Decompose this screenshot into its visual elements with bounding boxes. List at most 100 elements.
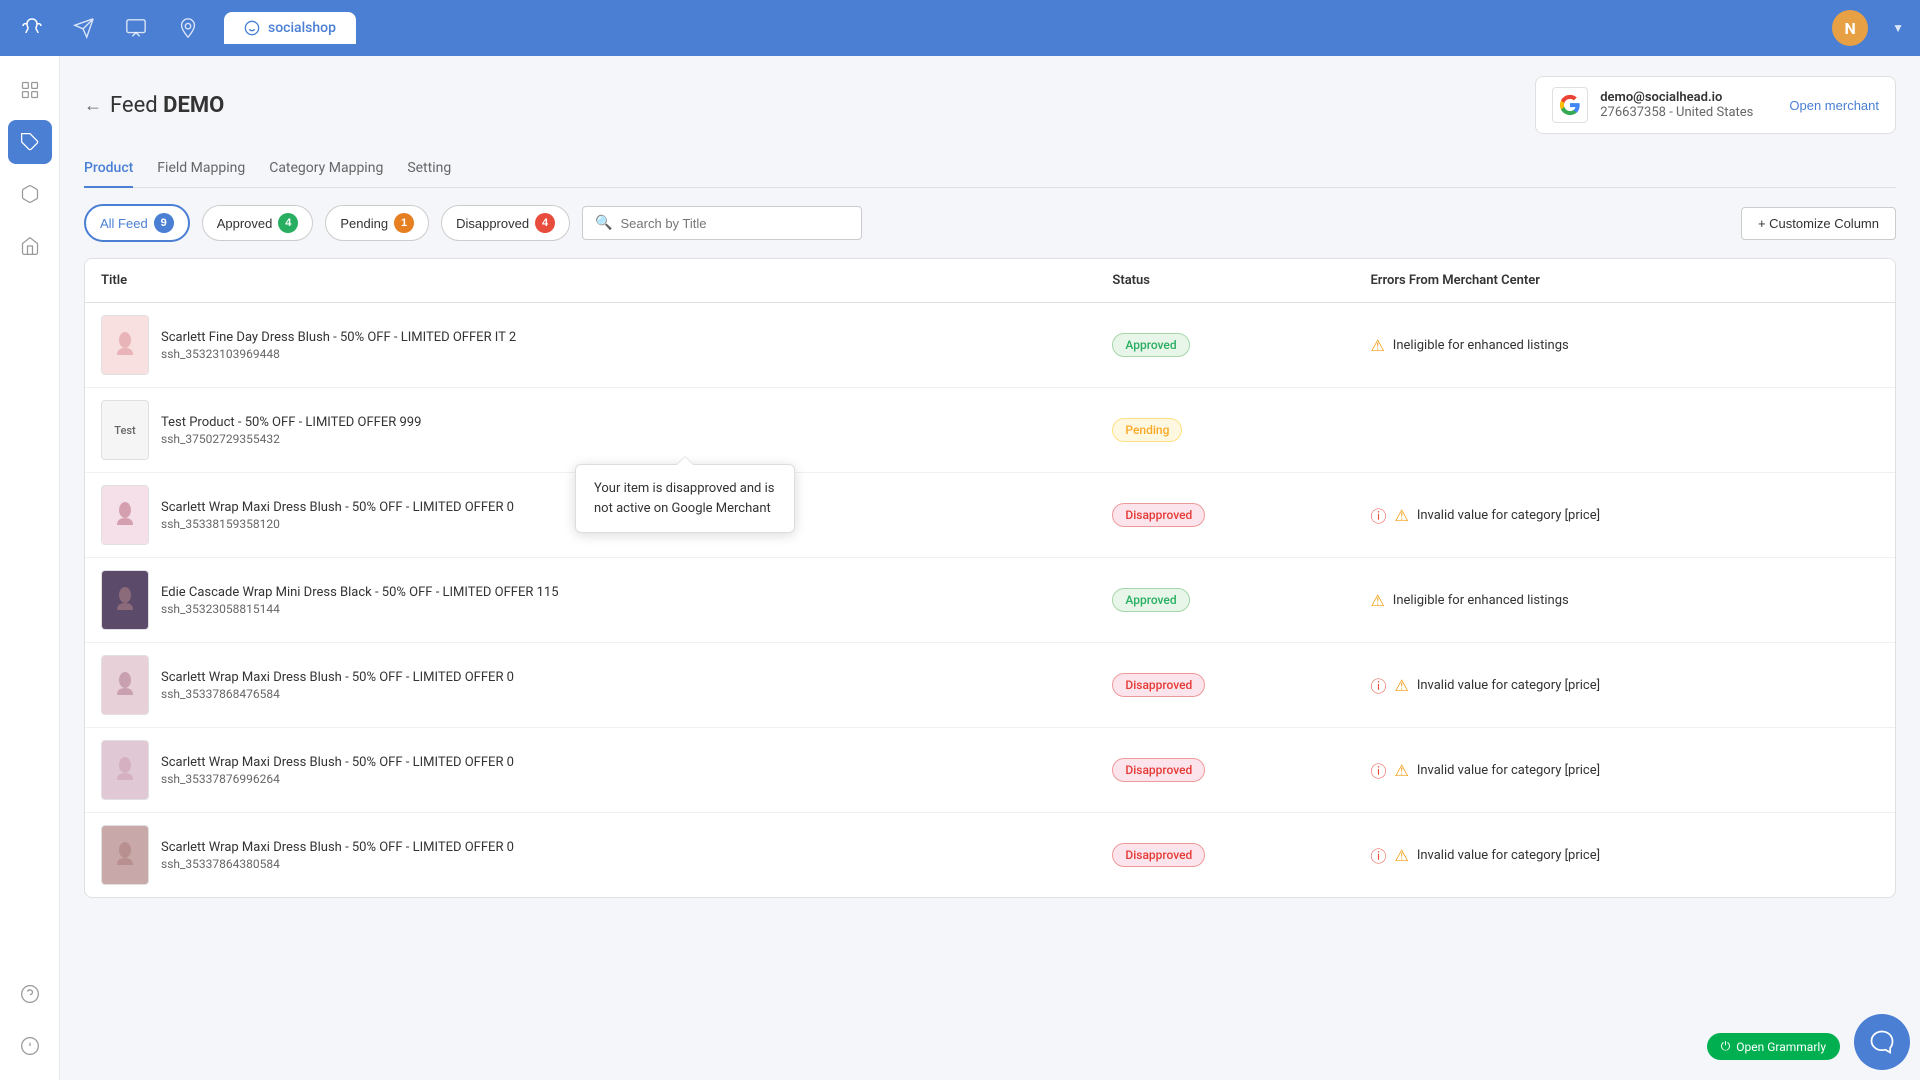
product-thumbnail	[101, 655, 149, 715]
error-icon: ⓘ	[1370, 758, 1386, 782]
tooltip-text: Your item is disapproved and is not acti…	[594, 481, 774, 516]
product-tabs: Product Field Mapping Category Mapping S…	[84, 150, 1896, 188]
tab-setting[interactable]: Setting	[407, 150, 451, 188]
pending-label: Pending	[340, 216, 388, 231]
status-badge: Disapproved	[1112, 673, 1205, 697]
tab-category-mapping[interactable]: Category Mapping	[269, 150, 383, 188]
sidebar-item-box[interactable]	[8, 172, 52, 216]
tooltip-arrow-icon	[677, 457, 693, 465]
tab-field-mapping[interactable]: Field Mapping	[157, 150, 245, 188]
socialshop-tab[interactable]: socialshop	[224, 12, 356, 44]
grammarly-label: Open Grammarly	[1736, 1040, 1826, 1054]
avatar-chevron-icon: ▼	[1892, 21, 1904, 35]
product-errors-cell: ⚠ Ineligible for enhanced listings	[1354, 558, 1895, 643]
search-icon: 🔍	[595, 215, 612, 231]
table-row: Scarlett Wrap Maxi Dress Blush - 50% OFF…	[85, 813, 1895, 898]
table-row: Scarlett Wrap Maxi Dress Blush - 50% OFF…	[85, 643, 1895, 728]
product-errors-cell: ⓘ ⚠ Invalid value for category [price]	[1354, 728, 1895, 813]
error-icon: ⓘ	[1370, 843, 1386, 867]
status-badge: Approved	[1112, 333, 1189, 357]
search-input[interactable]	[621, 216, 850, 231]
product-status-cell: Pending	[1096, 388, 1354, 473]
open-grammarly-button[interactable]: ⏻ Open Grammarly	[1707, 1033, 1840, 1060]
open-merchant-button[interactable]: Open merchant	[1789, 98, 1879, 113]
product-table: Your item is disapproved and is not acti…	[84, 258, 1896, 898]
product-thumbnail: Test	[101, 400, 149, 460]
merchant-info: demo@socialhead.io 276637358 - United St…	[1600, 90, 1753, 120]
table-row: Scarlett Fine Day Dress Blush - 50% OFF …	[85, 303, 1895, 388]
product-title-cell: Edie Cascade Wrap Mini Dress Black - 50%…	[85, 558, 1096, 643]
customize-column-button[interactable]: + Customize Column	[1741, 207, 1896, 240]
error-text: Invalid value for category [price]	[1417, 763, 1600, 778]
page-title: Feed DEMO	[110, 93, 224, 118]
product-title-cell: Scarlett Wrap Maxi Dress Blush - 50% OFF…	[85, 813, 1096, 898]
disapproved-label: Disapproved	[456, 216, 529, 231]
status-badge: Disapproved	[1112, 758, 1205, 782]
product-title-cell: Test Test Product - 50% OFF - LIMITED OF…	[85, 388, 1096, 473]
warning-icon: ⚠	[1370, 591, 1384, 610]
status-badge: Disapproved	[1112, 503, 1205, 527]
warning-icon: ⚠	[1394, 676, 1408, 695]
sidebar-item-help[interactable]	[8, 1024, 52, 1068]
product-name: Test Product - 50% OFF - LIMITED OFFER 9…	[161, 414, 421, 432]
product-errors-cell: ⚠Ineligible for enhanced listings	[1354, 303, 1895, 388]
product-name: Scarlett Wrap Maxi Dress Blush - 50% OFF…	[161, 499, 514, 517]
product-title-cell: Scarlett Wrap Maxi Dress Blush - 50% OFF…	[85, 643, 1096, 728]
chat-icon[interactable]	[120, 12, 152, 44]
error-icon: ⓘ	[1370, 503, 1386, 527]
product-sku: ssh_35337864380584	[161, 857, 514, 871]
filter-row: All Feed 9 Approved 4 Pending 1 Disappro…	[84, 204, 1896, 242]
page-header: ← Feed DEMO demo@socialhead.io 276637	[84, 76, 1896, 134]
approved-count: 4	[278, 213, 298, 233]
google-logo-icon	[1552, 87, 1588, 123]
table-row: Scarlett Wrap Maxi Dress Blush - 50% OFF…	[85, 473, 1895, 558]
filter-disapproved[interactable]: Disapproved 4	[441, 205, 570, 241]
product-name: Scarlett Wrap Maxi Dress Blush - 50% OFF…	[161, 754, 514, 772]
product-name: Edie Cascade Wrap Mini Dress Black - 50%…	[161, 584, 559, 602]
main-content: ← Feed DEMO demo@socialhead.io 276637	[60, 56, 1920, 1080]
search-box[interactable]: 🔍	[582, 206, 862, 240]
warning-icon: ⚠	[1394, 761, 1408, 780]
merchant-card: demo@socialhead.io 276637358 - United St…	[1535, 76, 1896, 134]
error-text: Ineligible for enhanced listings	[1393, 593, 1569, 608]
tab-product[interactable]: Product	[84, 150, 133, 188]
grammarly-power-icon: ⏻	[1721, 1039, 1731, 1054]
user-avatar[interactable]: N	[1832, 10, 1868, 46]
antler-icon[interactable]	[16, 12, 48, 44]
sidebar-item-support[interactable]	[8, 972, 52, 1016]
filter-approved[interactable]: Approved 4	[202, 205, 314, 241]
sidebar-item-tags[interactable]	[8, 120, 52, 164]
product-errors-cell: ⓘ⚠Invalid value for category [price]	[1354, 473, 1895, 558]
disapproved-tooltip: Your item is disapproved and is not acti…	[575, 464, 795, 533]
product-sku: ssh_35337876996264	[161, 772, 514, 786]
status-badge: Disapproved	[1112, 843, 1205, 867]
filter-all-feed[interactable]: All Feed 9	[84, 204, 190, 242]
product-status-cell: Approved	[1096, 303, 1354, 388]
product-thumbnail	[101, 825, 149, 885]
app-name-label: socialshop	[268, 20, 336, 36]
product-sku: ssh_35338159358120	[161, 517, 514, 531]
socialhead-chat-button[interactable]	[1854, 1014, 1910, 1070]
product-sku: ssh_35323103969448	[161, 347, 516, 361]
merchant-id: 276637358 - United States	[1600, 105, 1753, 120]
merchant-email: demo@socialhead.io	[1600, 90, 1753, 105]
warning-icon: ⚠	[1394, 846, 1408, 865]
error-text: Invalid value for category [price]	[1417, 508, 1600, 523]
sidebar-item-dashboard[interactable]	[8, 68, 52, 112]
all-feed-label: All Feed	[100, 216, 148, 231]
error-text: Invalid value for category [price]	[1417, 848, 1600, 863]
paper-plane-icon[interactable]	[68, 12, 100, 44]
product-thumbnail	[101, 485, 149, 545]
sidebar-item-shop[interactable]	[8, 224, 52, 268]
location-icon[interactable]	[172, 12, 204, 44]
product-status-cell: Disapproved	[1096, 643, 1354, 728]
back-button[interactable]: ←	[84, 95, 102, 116]
approved-label: Approved	[217, 216, 273, 231]
product-thumbnail	[101, 315, 149, 375]
col-status: Status	[1096, 259, 1354, 303]
filter-pending[interactable]: Pending 1	[325, 205, 429, 241]
table-header-row: Title Status Errors From Merchant Center	[85, 259, 1895, 303]
top-nav: socialshop N ▼	[0, 0, 1920, 56]
table-row: Test Test Product - 50% OFF - LIMITED OF…	[85, 388, 1895, 473]
product-status-cell: Disapproved	[1096, 728, 1354, 813]
